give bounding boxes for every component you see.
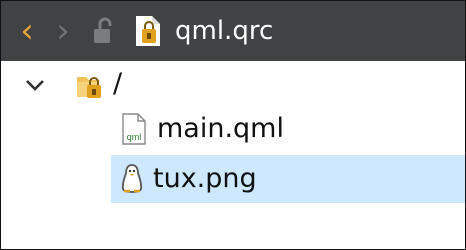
tree-root-label: / (113, 68, 123, 99)
qml-file-icon: qml (122, 113, 146, 145)
tree-item-label: main.qml (157, 113, 284, 144)
tree-item-tux-png[interactable]: tux.png (111, 155, 465, 203)
editor-toolbar: ‹ › qml.qrc (1, 1, 465, 61)
locked-folder-icon (77, 77, 101, 98)
tree-root-row[interactable]: / (1, 61, 465, 109)
chevron-right-icon[interactable]: › (45, 1, 81, 61)
document-title: qml.qrc (175, 16, 274, 46)
unlocked-icon[interactable] (91, 15, 117, 47)
chevron-down-icon[interactable] (23, 73, 47, 97)
penguin-icon (121, 164, 143, 193)
tree-item-main-qml[interactable]: qml main.qml (111, 105, 465, 153)
tree-item-label: tux.png (153, 163, 257, 194)
chevron-left-icon[interactable]: ‹ (9, 1, 45, 61)
svg-text:qml: qml (127, 132, 142, 142)
qrc-resource-file-icon (136, 16, 160, 46)
project-tree-panel: ‹ › qml.qrc / qml main.qml tux.png (0, 0, 466, 250)
